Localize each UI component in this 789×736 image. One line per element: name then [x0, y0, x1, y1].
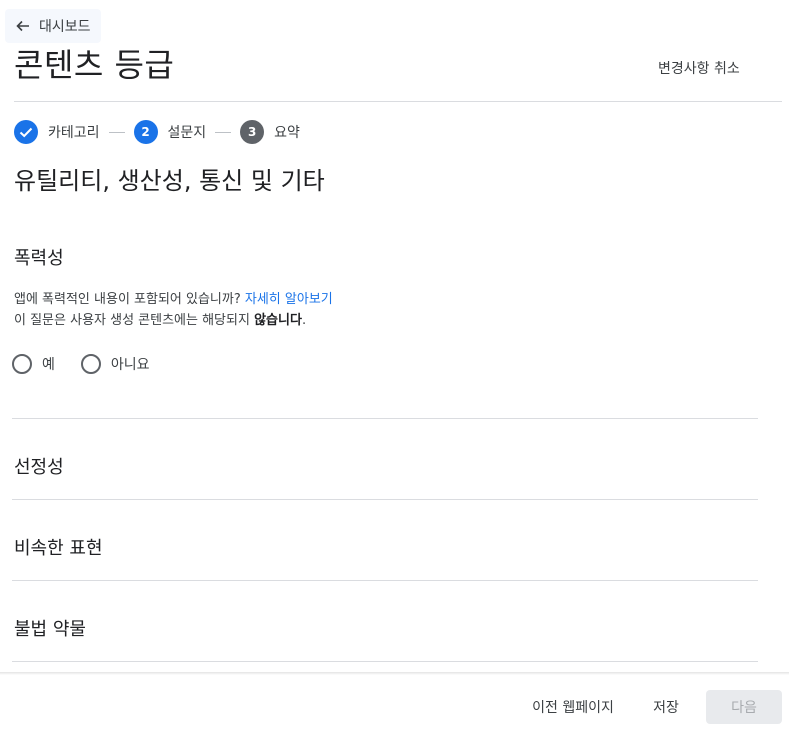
back-to-dashboard-link[interactable]: 대시보드 [5, 9, 101, 43]
radio-label: 아니요 [110, 357, 150, 373]
step-questionnaire[interactable]: 2 설문지 [133, 120, 207, 144]
back-link-label: 대시보드 [39, 19, 91, 35]
violence-radio-group: 예 아니요 [12, 354, 176, 374]
violence-description: 앱에 폭력적인 내용이 포함되어 있습니까? 자세히 알아보기 이 질문은 사용… [14, 289, 333, 331]
note-emphasis: 않습니다 [254, 313, 302, 328]
radio-yes[interactable]: 예 [12, 354, 55, 374]
drugs-heading[interactable]: 불법 약물 [14, 615, 86, 641]
save-button[interactable]: 저장 [640, 690, 692, 724]
radio-button-unchecked[interactable] [80, 354, 101, 374]
step-label: 요약 [274, 125, 300, 141]
step-connector [108, 131, 125, 133]
sexuality-heading[interactable]: 선정성 [14, 453, 64, 479]
radio-no[interactable]: 아니요 [80, 354, 150, 374]
section-divider [12, 418, 758, 419]
note-suffix: . [301, 313, 307, 328]
step-number: 2 [133, 120, 158, 144]
discard-changes-button[interactable]: 변경사항 취소 [648, 52, 750, 84]
step-summary[interactable]: 3 요약 [240, 120, 300, 144]
learn-more-link[interactable]: 자세히 알아보기 [245, 292, 333, 307]
step-connector [215, 131, 232, 133]
section-title: 유틸리티, 생산성, 통신 및 기타 [14, 167, 325, 195]
section-divider [12, 499, 758, 500]
page-title: 콘텐츠 등급 [14, 46, 175, 84]
step-number: 3 [240, 120, 265, 144]
note-text: 이 질문은 사용자 생성 콘텐츠에는 해당되지 [14, 313, 250, 328]
violence-note-line: 이 질문은 사용자 생성 콘텐츠에는 해당되지 않습니다. [14, 310, 333, 331]
radio-label: 예 [42, 357, 55, 373]
stepper: 카테고리 2 설문지 3 요약 [14, 119, 300, 145]
arrow-left-icon [16, 20, 29, 32]
step-complete-badge [14, 120, 38, 144]
step-category[interactable]: 카테고리 [14, 120, 100, 144]
next-button[interactable]: 다음 [706, 690, 782, 724]
violence-question-text: 앱에 폭력적인 내용이 포함되어 있습니까? [14, 292, 241, 307]
step-label: 설문지 [167, 125, 207, 141]
previous-page-button[interactable]: 이전 웹페이지 [519, 690, 627, 724]
radio-button-unchecked[interactable] [12, 354, 32, 374]
violence-heading: 폭력성 [14, 248, 64, 269]
violence-question-line: 앱에 폭력적인 내용이 포함되어 있습니까? 자세히 알아보기 [14, 289, 333, 310]
section-divider [12, 661, 758, 662]
header-divider [14, 101, 782, 102]
footer-bar [0, 672, 789, 675]
section-divider [12, 580, 758, 581]
check-icon [19, 127, 33, 138]
language-heading[interactable]: 비속한 표현 [14, 534, 103, 560]
step-label: 카테고리 [48, 125, 100, 141]
